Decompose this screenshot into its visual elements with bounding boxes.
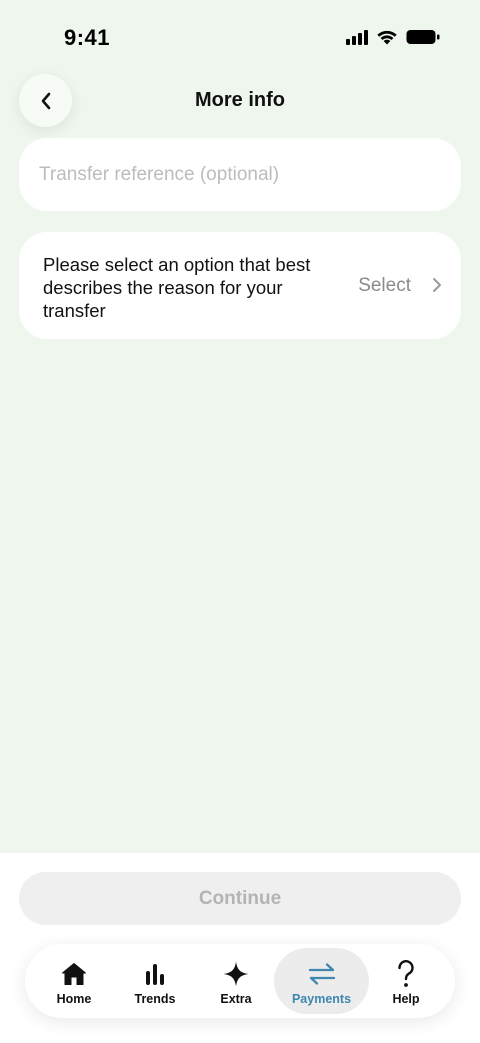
- transfer-reason-selector[interactable]: Please select an option that best descri…: [19, 232, 461, 339]
- tab-home-label: Home: [56, 992, 92, 1006]
- tab-help[interactable]: Help: [361, 948, 451, 1014]
- tab-trends[interactable]: Trends: [110, 948, 200, 1014]
- transfer-arrows-icon: [308, 963, 335, 985]
- wifi-icon: [377, 30, 397, 45]
- tab-extra-label: Extra: [220, 992, 252, 1006]
- bar-chart-icon: [146, 964, 164, 985]
- status-bar: 9:41: [0, 0, 480, 70]
- transfer-reason-value: Select: [358, 275, 411, 296]
- more-info-screen: 9:41 More info Transfer reference (optio…: [0, 0, 480, 1043]
- tab-payments-label: Payments: [291, 992, 352, 1006]
- cellular-signal-icon: [346, 29, 368, 45]
- status-time: 9:41: [64, 25, 111, 50]
- transfer-reference-input[interactable]: [19, 138, 461, 211]
- battery-icon: [406, 30, 440, 44]
- tab-trends-label: Trends: [134, 992, 176, 1006]
- tab-home[interactable]: Home: [29, 948, 119, 1014]
- question-mark-icon: [398, 960, 414, 987]
- tab-help-label: Help: [392, 992, 420, 1006]
- bottom-tab-bar: Home Trends Extra Payments Help: [25, 944, 455, 1018]
- chevron-right-icon: [433, 278, 441, 292]
- transfer-reference-field[interactable]: [19, 138, 461, 211]
- tab-payments[interactable]: Payments: [274, 948, 369, 1014]
- sparkle-icon: [223, 961, 249, 987]
- tab-extra[interactable]: Extra: [191, 948, 281, 1014]
- page-title: More info: [195, 89, 285, 111]
- home-icon: [62, 963, 86, 985]
- transfer-reason-prompt: Please select an option that best descri…: [43, 254, 311, 321]
- status-icons: [346, 29, 440, 45]
- continue-button[interactable]: Continue: [19, 872, 461, 925]
